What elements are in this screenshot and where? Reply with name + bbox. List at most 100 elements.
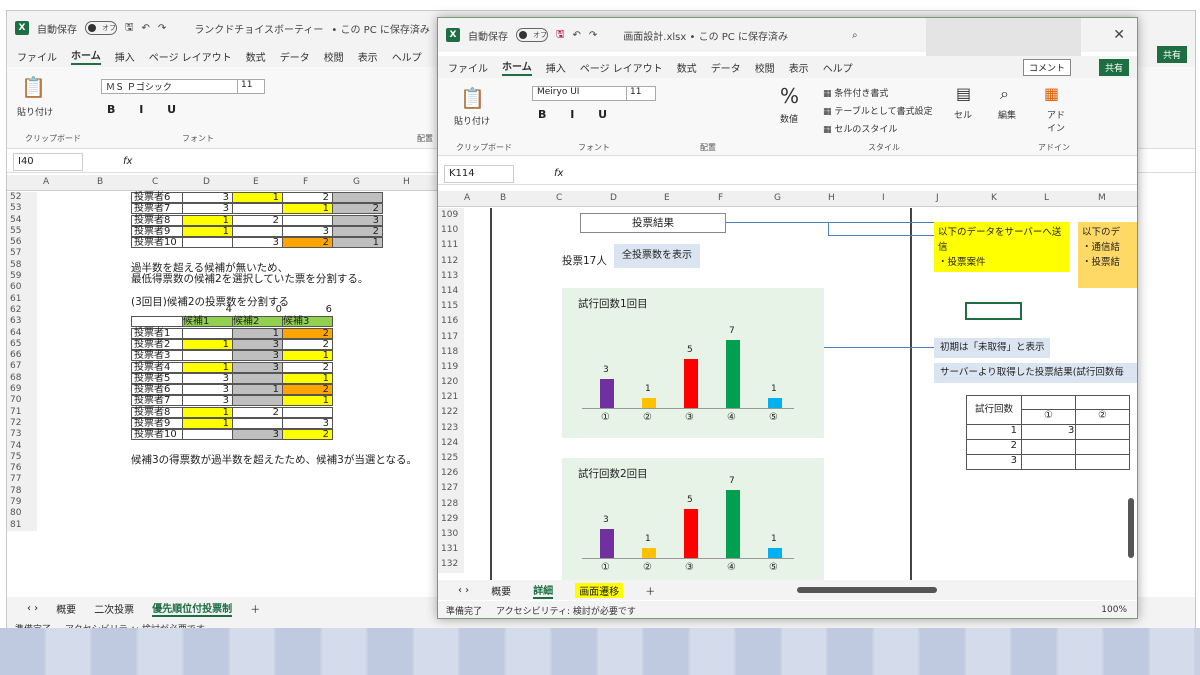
redo-icon[interactable]: ↷	[589, 30, 597, 41]
horizontal-scrollbar[interactable]	[797, 587, 938, 593]
bg-menu-view[interactable]: 表示	[358, 49, 378, 64]
fg-col-b[interactable]: B	[500, 193, 506, 203]
bg-table-cell: 3	[182, 203, 233, 215]
cell-icon[interactable]: ▤	[956, 84, 971, 103]
fg-menu-data[interactable]: データ	[711, 60, 741, 75]
bg-col-a[interactable]: A	[43, 177, 49, 187]
save-icon[interactable]: 🖫	[556, 27, 565, 44]
fg-menu-insert[interactable]: 挿入	[546, 60, 566, 75]
bg-table-cell: 1	[332, 237, 383, 249]
fg-paste-icon[interactable]: 📋	[460, 86, 485, 110]
fg-tab-transition[interactable]: 画面遷移	[575, 582, 624, 598]
bg-menu-home[interactable]: ホーム	[71, 47, 101, 65]
search-edit-icon[interactable]: ⌕	[1000, 84, 1009, 104]
fg-col-m[interactable]: M	[1098, 193, 1106, 203]
fg-font-group: フォント	[578, 143, 610, 152]
bg-font-size-select[interactable]: 11	[237, 79, 265, 94]
fg-add-sheet-icon[interactable]: ＋	[645, 583, 655, 598]
fg-name-box[interactable]: K114	[444, 164, 514, 183]
bg-share-button[interactable]: 共有	[1156, 46, 1187, 63]
bg-col-c[interactable]: C	[152, 177, 158, 187]
chart-title: 試行回数1回目	[578, 298, 648, 310]
fg-menu-formula[interactable]: 数式	[677, 60, 697, 75]
vertical-scrollbar[interactable]	[1128, 498, 1134, 558]
undo-icon[interactable]: ↶	[573, 30, 581, 41]
fg-menu-help[interactable]: ヘルプ	[823, 60, 853, 75]
close-icon[interactable]: ✕	[1113, 27, 1125, 43]
table-format-button[interactable]: ▦ テーブルとして書式設定	[823, 104, 933, 117]
bg-autosave-toggle[interactable]: オフ	[85, 21, 117, 35]
bg-menu-data[interactable]: データ	[280, 49, 310, 64]
bg-col-b[interactable]: B	[97, 177, 103, 187]
redo-icon[interactable]: ↷	[158, 23, 166, 34]
bg-col-g[interactable]: G	[353, 177, 360, 187]
bg-menu-review[interactable]: 校閲	[324, 49, 344, 64]
fg-col-e[interactable]: E	[664, 193, 670, 203]
bg-col-d[interactable]: D	[203, 177, 210, 187]
chart-bar	[768, 548, 782, 558]
bg-col-e[interactable]: E	[253, 177, 259, 187]
bg-format-buttons[interactable]: B I U	[107, 103, 186, 116]
undo-icon[interactable]: ↶	[142, 23, 150, 34]
fg-menu-view[interactable]: 表示	[789, 60, 809, 75]
fg-col-j[interactable]: J	[936, 193, 939, 203]
fg-tab-nav-icon[interactable]: ‹ ›	[458, 585, 469, 596]
fg-col-h[interactable]: H	[828, 193, 835, 203]
bg-paste-icon[interactable]: 📋	[21, 75, 46, 99]
bg-table-cell	[232, 225, 283, 237]
fg-menu-file[interactable]: ファイル	[448, 60, 488, 75]
fg-col-g[interactable]: G	[774, 193, 781, 203]
bg-table-cell: 3	[182, 384, 233, 396]
bg-tab-overview[interactable]: 概要	[56, 601, 76, 616]
bg-table-cell: 3	[232, 237, 283, 249]
zoom-level[interactable]: 100%	[1101, 605, 1127, 615]
bg-menu-layout[interactable]: ページ レイアウト	[149, 49, 232, 64]
chart-data-label: 5	[687, 495, 693, 506]
bg-col-f[interactable]: F	[303, 177, 308, 187]
bg-tab-ranked[interactable]: 優先順位付投票制	[152, 600, 233, 617]
bg-menu-insert[interactable]: 挿入	[115, 49, 135, 64]
fg-sheet-grid[interactable]: 投票結果 投票17人 全投票数を表示 試行回数1回目 3 ① 1 ② 5 ③ 7 ④ 1 ⑤ 試行回…	[438, 208, 1137, 580]
fg-tab-overview[interactable]: 概要	[491, 583, 511, 598]
bg-table-cell: 2	[282, 384, 333, 396]
cond-format-button[interactable]: ▦ 条件付き書式	[823, 86, 888, 99]
taskbar	[0, 628, 1200, 675]
cell-style-button[interactable]: ▦ セルのスタイル	[823, 122, 897, 135]
bg-col-h[interactable]: H	[403, 177, 410, 187]
show-all-button[interactable]: 全投票数を表示	[614, 244, 700, 268]
fg-menu-home[interactable]: ホーム	[502, 58, 532, 76]
save-icon[interactable]: 🖫	[125, 20, 134, 37]
search-icon[interactable]: ⌕	[852, 30, 858, 41]
fg-percent-icon[interactable]: %	[780, 84, 799, 108]
addin-icon[interactable]: ▦	[1044, 84, 1059, 103]
bg-name-box[interactable]: I40	[13, 152, 83, 171]
fg-access-text[interactable]: アクセシビリティ: 検討が必要です	[496, 604, 636, 617]
bg-menu-help[interactable]: ヘルプ	[392, 49, 422, 64]
fg-autosave-toggle[interactable]: オフ	[516, 28, 548, 42]
fg-menu-review[interactable]: 校閲	[755, 60, 775, 75]
bg-tab-secondary[interactable]: 二次投票	[94, 601, 134, 616]
fg-format-buttons[interactable]: B I U	[538, 108, 617, 121]
bg-table-cell: 投票者7	[131, 395, 183, 407]
fg-share-button[interactable]: 共有	[1098, 59, 1129, 76]
fg-tab-detail[interactable]: 詳細	[533, 582, 554, 599]
bg-menu-file[interactable]: ファイル	[17, 49, 57, 64]
fg-col-k[interactable]: K	[991, 193, 997, 203]
fg-col-d[interactable]: D	[610, 193, 617, 203]
fg-menu-layout[interactable]: ページ レイアウト	[580, 60, 663, 75]
selected-cell-k114[interactable]	[965, 302, 1022, 320]
comment-button[interactable]: コメント	[1022, 59, 1071, 76]
fg-col-c[interactable]: C	[556, 193, 562, 203]
vote-result-button[interactable]: 投票結果	[580, 213, 726, 233]
fg-col-l[interactable]: L	[1044, 193, 1049, 203]
fg-col-f[interactable]: F	[718, 193, 723, 203]
fg-col-i[interactable]: I	[882, 193, 885, 203]
bg-tab-prev-icon[interactable]: ‹ ›	[27, 603, 38, 614]
bg-table-cell: 3	[332, 214, 383, 226]
bg-add-sheet-icon[interactable]: ＋	[250, 601, 260, 616]
fg-col-a[interactable]: A	[464, 193, 470, 203]
bg-menu-formula[interactable]: 数式	[246, 49, 266, 64]
frame-line-right	[910, 208, 912, 580]
bg-sheet-grid[interactable]: 投票者6 3 1 2 投票者7 3 1 2 投票者8 1 2 3 投票者9 1 3 2 投票者10 3 2 1 過半数を…	[7, 192, 437, 592]
fg-font-size-select[interactable]: 11	[626, 86, 656, 101]
